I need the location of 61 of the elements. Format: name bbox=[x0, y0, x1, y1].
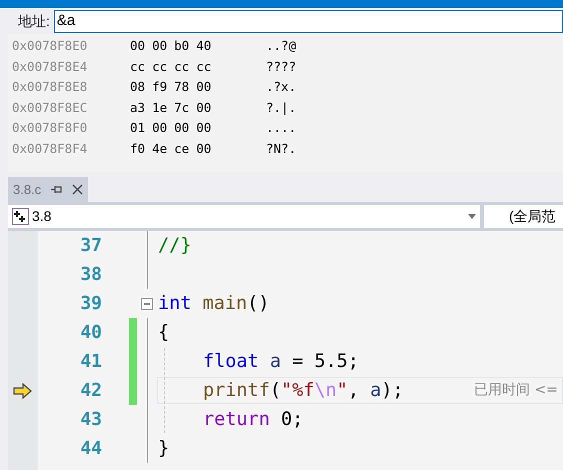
line-number: 44 bbox=[79, 437, 102, 461]
code-line: } bbox=[158, 436, 170, 461]
close-icon[interactable] bbox=[72, 184, 84, 195]
memory-byte: 00 bbox=[196, 119, 212, 137]
memory-ascii: ?N?. bbox=[266, 140, 296, 158]
memory-byte: 7c bbox=[174, 98, 190, 116]
memory-ascii: ?.|. bbox=[266, 98, 296, 117]
memory-byte: 78 bbox=[174, 78, 190, 96]
memory-address: 0x0078F8E0 bbox=[12, 37, 88, 55]
memory-byte: 00 bbox=[152, 119, 168, 137]
memory-byte: 1e bbox=[152, 98, 168, 116]
project-icon bbox=[12, 208, 29, 225]
pin-icon[interactable] bbox=[51, 185, 62, 194]
memory-address: 0x0078F8F4 bbox=[12, 140, 88, 158]
code-line: int main() bbox=[158, 292, 270, 316]
memory-ascii: .?x. bbox=[266, 78, 296, 96]
memory-byte: 00 bbox=[174, 119, 190, 137]
line-number: 39 bbox=[79, 292, 102, 316]
memory-byte: 4e bbox=[152, 140, 168, 158]
memory-byte: f9 bbox=[152, 78, 168, 96]
member-dropdown[interactable]: (全局范 bbox=[484, 205, 563, 228]
memory-byte: 00 bbox=[196, 98, 212, 116]
dropdown-arrow-icon bbox=[468, 214, 476, 219]
memory-ascii: ???? bbox=[266, 58, 296, 76]
memory-byte: 40 bbox=[196, 37, 212, 55]
memory-byte: cc bbox=[130, 58, 146, 76]
memory-byte: 00 bbox=[152, 37, 168, 55]
code-line: { bbox=[158, 320, 170, 345]
scope-dropdown[interactable]: 3.8 bbox=[8, 205, 480, 228]
collapse-icon[interactable] bbox=[141, 298, 153, 310]
memory-byte: cc bbox=[196, 58, 212, 76]
memory-address: 0x0078F8EC bbox=[12, 98, 88, 116]
memory-ascii: ..?@ bbox=[266, 37, 296, 55]
memory-address: 0x0078F8E8 bbox=[12, 78, 88, 96]
line-number: 38 bbox=[79, 263, 102, 287]
memory-address: 0x0078F8F0 bbox=[12, 119, 88, 137]
code-line: return 0; bbox=[203, 408, 304, 432]
elapsed-time-hint: 已用时间 <= bbox=[474, 381, 558, 400]
code-line: float a = 5.5; bbox=[203, 350, 359, 374]
memory-byte: 01 bbox=[130, 119, 146, 137]
memory-byte: 00 bbox=[130, 37, 146, 55]
memory-byte: a3 bbox=[130, 98, 146, 116]
memory-byte: 00 bbox=[196, 78, 212, 96]
address-label: 地址: bbox=[18, 12, 50, 30]
memory-byte: cc bbox=[152, 58, 168, 76]
line-number: 37 bbox=[79, 234, 102, 258]
memory-byte: ce bbox=[174, 140, 190, 158]
address-field[interactable]: &a bbox=[54, 10, 563, 32]
memory-byte: 08 bbox=[130, 78, 146, 96]
line-number: 41 bbox=[79, 350, 102, 374]
memory-byte: cc bbox=[174, 58, 190, 76]
code-line: //} bbox=[158, 234, 192, 258]
line-number: 43 bbox=[79, 408, 102, 432]
code-line: printf("%f\n", a); bbox=[203, 378, 404, 403]
line-number: 42 bbox=[79, 379, 102, 403]
line-number: 40 bbox=[79, 321, 102, 345]
memory-byte: b0 bbox=[174, 37, 190, 55]
memory-byte: f0 bbox=[130, 140, 146, 158]
memory-ascii: .... bbox=[266, 119, 296, 137]
memory-address: 0x0078F8E4 bbox=[12, 58, 88, 76]
memory-byte: 00 bbox=[196, 140, 212, 158]
